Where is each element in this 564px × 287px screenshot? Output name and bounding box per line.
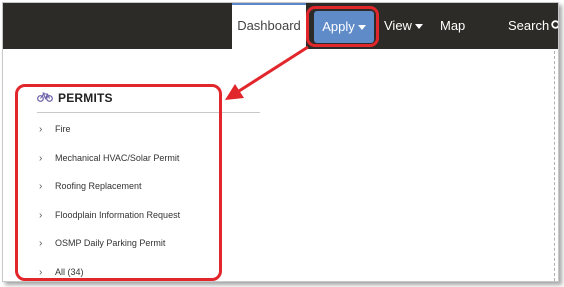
callout-arrow	[225, 45, 309, 100]
screenshot-frame: Dashboard Apply View Map Search PERMITS …	[2, 2, 559, 282]
